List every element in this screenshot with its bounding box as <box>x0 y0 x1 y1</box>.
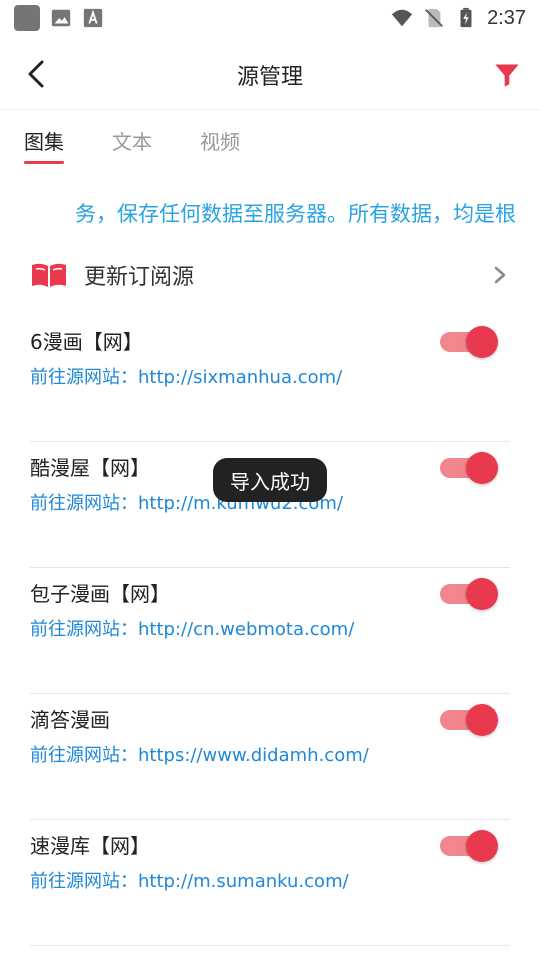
image-icon <box>51 9 71 27</box>
font-download-icon <box>83 8 103 28</box>
app-notification-icon <box>14 5 40 31</box>
list-item: 6漫画【网】 前往源网站：http://sixmanhua.com/ <box>30 316 510 442</box>
source-toggle[interactable] <box>440 450 498 484</box>
filter-icon <box>495 64 519 87</box>
battery-charging-icon <box>460 7 472 28</box>
source-toggle[interactable] <box>440 576 498 610</box>
notice-marquee: 务，保存任何数据至服务器。所有数据，均是根 <box>24 196 516 232</box>
source-name: 滴答漫画 <box>30 708 110 732</box>
source-name: 6漫画【网】 <box>30 330 143 354</box>
list-item: 包子漫画【网】 前往源网站：http://cn.webmota.com/ <box>30 568 510 694</box>
source-name: 酷漫屋【网】 <box>30 456 150 480</box>
source-link[interactable]: 前往源网站：http://cn.webmota.com/ <box>30 615 354 641</box>
status-bar-system: 2:37 <box>391 7 526 30</box>
source-toggle[interactable] <box>440 324 498 358</box>
chevron-left-icon <box>28 60 44 88</box>
source-toggle[interactable] <box>440 828 498 862</box>
source-name: 包子漫画【网】 <box>30 582 170 606</box>
page-title: 源管理 <box>236 64 303 90</box>
book-open-icon <box>32 263 66 287</box>
source-toggle[interactable] <box>440 702 498 736</box>
toast-message: 导入成功 <box>213 458 327 502</box>
list-item: 速漫库【网】 前往源网站：http://m.sumanku.com/ <box>30 820 510 946</box>
source-link[interactable]: 前往源网站：http://sixmanhua.com/ <box>30 363 342 389</box>
wifi-icon <box>391 9 413 27</box>
tab-gallery[interactable]: 图集 <box>24 118 64 164</box>
source-list: 6漫画【网】 前往源网站：http://sixmanhua.com/ 酷漫屋【网… <box>30 316 510 946</box>
no-sim-icon <box>425 8 443 28</box>
clock: 2:37 <box>487 6 526 29</box>
tab-video[interactable]: 视频 <box>200 118 240 162</box>
status-bar: 2:37 <box>0 0 540 36</box>
update-subscription-label: 更新订阅源 <box>84 265 195 290</box>
app-bar: 源管理 <box>0 40 540 110</box>
tab-bar: 图集 文本 视频 <box>0 118 540 168</box>
source-link[interactable]: 前往源网站：http://m.sumanku.com/ <box>30 867 349 893</box>
source-link[interactable]: 前往源网站：https://www.didamh.com/ <box>30 741 369 767</box>
notice-text: 务，保存任何数据至服务器。所有数据，均是根 <box>75 202 516 226</box>
back-button[interactable] <box>18 56 54 92</box>
source-name: 速漫库【网】 <box>30 834 150 858</box>
status-bar-notifications <box>14 5 104 31</box>
update-subscription-row[interactable]: 更新订阅源 <box>30 252 510 298</box>
tab-text[interactable]: 文本 <box>112 118 152 162</box>
chevron-right-icon <box>494 266 506 284</box>
list-item: 滴答漫画 前往源网站：https://www.didamh.com/ <box>30 694 510 820</box>
filter-button[interactable] <box>490 58 524 92</box>
